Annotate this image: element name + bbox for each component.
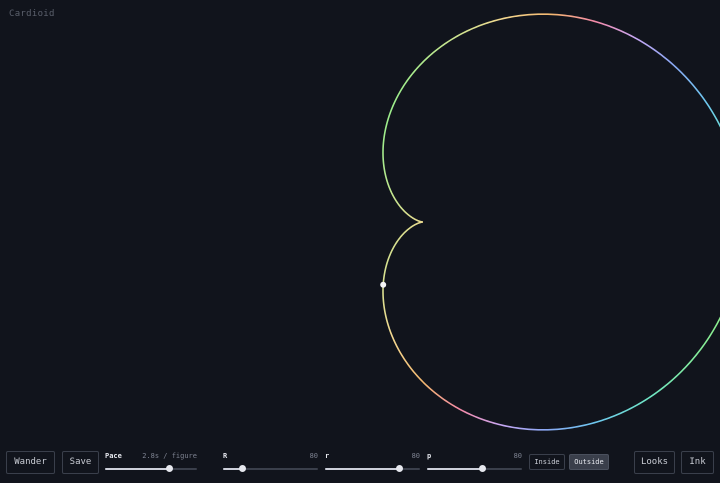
- tracer-dot: [380, 281, 387, 288]
- curve-layer: [380, 13, 720, 431]
- ink-button[interactable]: Ink: [681, 451, 714, 474]
- big-r-slider[interactable]: [223, 465, 318, 472]
- pace-label: Pace: [105, 452, 122, 460]
- cardioid-curve: [382, 13, 720, 431]
- pace-slider-thumb[interactable]: [165, 465, 173, 472]
- small-r-slider-thumb[interactable]: [395, 465, 403, 472]
- drawing-canvas[interactable]: [0, 0, 720, 446]
- p-value: 80: [513, 452, 522, 460]
- save-button[interactable]: Save: [62, 451, 99, 474]
- p-slider[interactable]: [427, 465, 522, 472]
- small-r-slider-fill: [325, 468, 400, 470]
- inside-toggle[interactable]: Inside: [529, 454, 565, 470]
- big-r-slider-thumb[interactable]: [238, 465, 246, 472]
- pace-slider-group: Pace 2.8s / figure: [105, 452, 197, 480]
- small-r-value: 80: [411, 452, 420, 460]
- outside-toggle[interactable]: Outside: [569, 454, 609, 470]
- big-r-slider-group: R 80: [223, 452, 318, 480]
- big-r-value: 80: [309, 452, 318, 460]
- p-slider-group: p 80: [427, 452, 522, 480]
- pace-value: 2.8s / figure: [142, 452, 197, 460]
- toolbar: Wander Save Pace 2.8s / figure R 80 r 80…: [0, 445, 720, 483]
- small-r-slider[interactable]: [325, 465, 420, 472]
- wander-button[interactable]: Wander: [6, 451, 55, 474]
- big-r-label: R: [223, 452, 228, 460]
- pace-slider-fill: [105, 468, 170, 470]
- small-r-label: r: [325, 452, 330, 460]
- small-r-slider-group: r 80: [325, 452, 420, 480]
- looks-button[interactable]: Looks: [634, 451, 675, 474]
- p-slider-thumb[interactable]: [478, 465, 486, 472]
- p-slider-fill: [427, 468, 483, 470]
- p-label: p: [427, 452, 432, 460]
- pace-slider[interactable]: [105, 465, 197, 472]
